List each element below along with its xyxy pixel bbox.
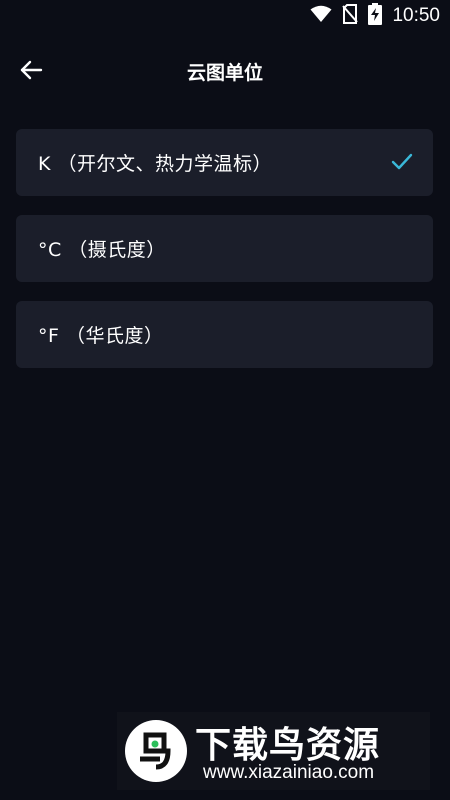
unit-option-celsius[interactable]: °C （摄氏度） (16, 215, 433, 282)
unit-option-kelvin[interactable]: K （开尔文、热力学温标） (16, 129, 433, 196)
status-bar: 10:50 (0, 0, 450, 32)
status-icons: 10:50 (310, 3, 440, 29)
wifi-icon (310, 5, 332, 27)
page-title: 云图单位 (186, 62, 263, 84)
option-label: K （开尔文、热力学温标） (38, 153, 272, 175)
header: 云图单位 (0, 48, 450, 92)
watermark: 下载鸟资源 www.xiazainiao.com (117, 712, 430, 790)
watermark-brand: 下载鸟资源 (195, 725, 381, 766)
option-label: °C （摄氏度） (38, 239, 166, 261)
option-label: °F （华氏度） (38, 325, 164, 347)
check-icon (391, 153, 413, 170)
watermark-url: www.xiazainiao.com (203, 762, 375, 783)
no-sim-icon (342, 4, 359, 28)
watermark-logo-icon (125, 720, 187, 782)
battery-charging-icon (368, 3, 383, 29)
status-time: 10:50 (392, 5, 440, 26)
unit-option-fahrenheit[interactable]: °F （华氏度） (16, 301, 433, 368)
